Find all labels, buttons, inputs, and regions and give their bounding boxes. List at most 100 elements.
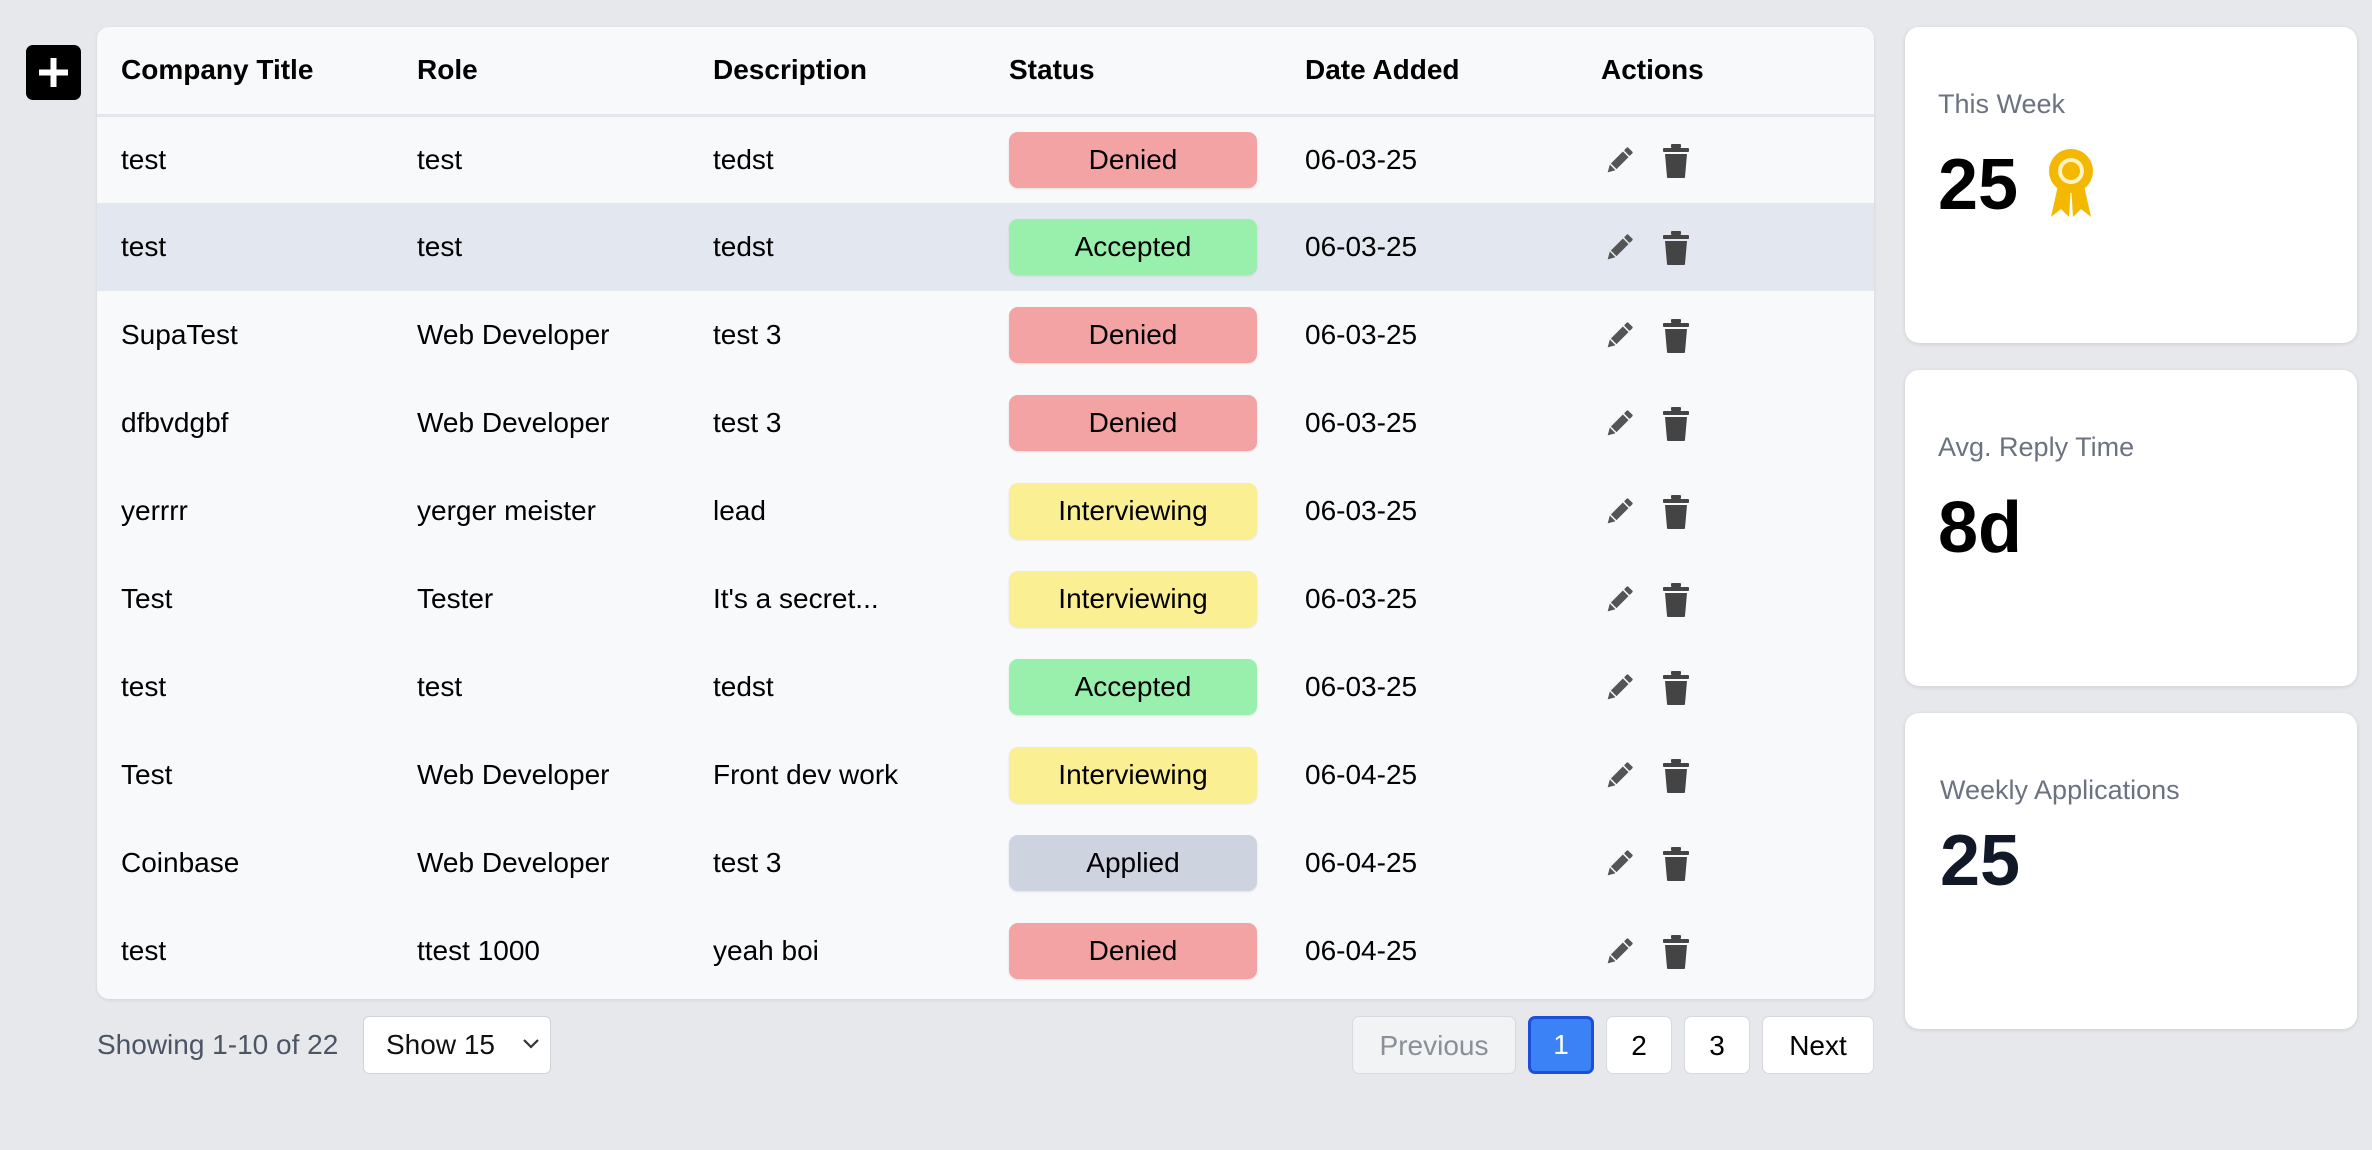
actions-cell bbox=[1577, 203, 1874, 291]
pencil-icon[interactable] bbox=[1601, 934, 1637, 970]
table-row[interactable]: yerrrr yerger meister lead Interviewing 06-0… bbox=[97, 467, 1874, 555]
company-cell: SupaTest bbox=[121, 319, 238, 350]
date-cell: 06-03-25 bbox=[1305, 671, 1418, 702]
role-cell: Tester bbox=[417, 583, 494, 614]
date-cell: 06-04-25 bbox=[1305, 759, 1418, 790]
company-cell: Test bbox=[121, 583, 173, 614]
description-cell: test 3 bbox=[713, 319, 782, 350]
actions-cell bbox=[1577, 731, 1874, 819]
status-cell: Denied bbox=[985, 291, 1281, 379]
actions-cell bbox=[1577, 115, 1874, 203]
role-cell: yerger meister bbox=[417, 495, 596, 526]
trash-icon[interactable] bbox=[1661, 758, 1691, 794]
date-cell: 06-04-25 bbox=[1305, 847, 1418, 878]
status-cell: Denied bbox=[985, 115, 1281, 203]
add-application-button[interactable] bbox=[26, 45, 81, 100]
pencil-icon[interactable] bbox=[1601, 406, 1637, 442]
company-cell: test bbox=[121, 231, 167, 262]
description-cell: yeah boi bbox=[713, 935, 819, 966]
applications-table-card: Company Title Role Description Status Da… bbox=[97, 27, 1874, 999]
page-3-button[interactable]: 3 bbox=[1684, 1016, 1750, 1074]
table-row[interactable]: SupaTest Web Developer test 3 Denied 06-03-2… bbox=[97, 291, 1874, 379]
previous-page-button[interactable]: Previous bbox=[1352, 1016, 1516, 1074]
trash-icon[interactable] bbox=[1661, 670, 1691, 706]
table-row[interactable]: Coinbase Web Developer test 3 Applied 06-04-… bbox=[97, 819, 1874, 907]
column-header-date: Date Added bbox=[1305, 54, 1460, 86]
status-cell: Denied bbox=[985, 379, 1281, 467]
table-row[interactable]: test test tedst Denied 06-03-25 bbox=[97, 115, 1874, 203]
pencil-icon[interactable] bbox=[1601, 846, 1637, 882]
showing-count: Showing 1-10 of 22 bbox=[97, 1029, 339, 1060]
status-badge: Accepted bbox=[1009, 659, 1257, 715]
description-cell: test 3 bbox=[713, 407, 782, 438]
trash-icon[interactable] bbox=[1661, 230, 1691, 266]
stat-value: 8d bbox=[1938, 488, 2023, 568]
page-size-select[interactable]: Show 15 bbox=[363, 1016, 551, 1074]
description-cell: It's a secret... bbox=[713, 583, 879, 614]
date-cell: 06-03-25 bbox=[1305, 143, 1418, 175]
role-cell: test bbox=[417, 231, 463, 262]
pencil-icon[interactable] bbox=[1601, 758, 1637, 794]
plus-icon bbox=[39, 58, 68, 87]
trash-icon[interactable] bbox=[1661, 934, 1691, 970]
status-cell: Denied bbox=[985, 907, 1281, 995]
status-cell: Accepted bbox=[985, 203, 1281, 291]
pencil-icon[interactable] bbox=[1601, 670, 1637, 706]
status-cell: Interviewing bbox=[985, 555, 1281, 643]
table-row[interactable]: dfbvdgbf Web Developer test 3 Denied 06-03-2… bbox=[97, 379, 1874, 467]
trash-icon[interactable] bbox=[1661, 846, 1691, 882]
trash-icon[interactable] bbox=[1661, 406, 1691, 442]
date-cell: 06-04-25 bbox=[1305, 935, 1418, 966]
table-row[interactable]: test ttest 1000 yeah boi Denied 06-04-25 bbox=[97, 907, 1874, 995]
stat-value: 25 bbox=[1940, 821, 2021, 901]
stat-label: Avg. Reply Time bbox=[1938, 432, 2135, 462]
description-cell: tedst bbox=[713, 143, 774, 175]
date-cell: 06-03-25 bbox=[1305, 231, 1418, 262]
table-row[interactable]: test test tedst Accepted 06-03-25 bbox=[97, 203, 1874, 291]
trash-icon[interactable] bbox=[1661, 318, 1691, 354]
status-badge: Interviewing bbox=[1009, 571, 1257, 627]
actions-cell bbox=[1577, 467, 1874, 555]
trash-icon[interactable] bbox=[1661, 143, 1691, 179]
table-footer: Showing 1-10 of 22 Show 15 Previous 1 2 … bbox=[97, 1016, 1874, 1074]
actions-cell bbox=[1577, 819, 1874, 907]
next-page-button[interactable]: Next bbox=[1762, 1016, 1874, 1074]
applications-table: Company Title Role Description Status Da… bbox=[97, 27, 1874, 995]
company-cell: test bbox=[121, 671, 167, 702]
status-badge: Denied bbox=[1009, 395, 1257, 451]
page-1-button[interactable]: 1 bbox=[1528, 1016, 1594, 1074]
date-cell: 06-03-25 bbox=[1305, 407, 1418, 438]
pencil-icon[interactable] bbox=[1601, 318, 1637, 354]
role-cell: Web Developer bbox=[417, 319, 610, 350]
table-row[interactable]: test test tedst Accepted 06-03-25 bbox=[97, 643, 1874, 731]
actions-cell bbox=[1577, 555, 1874, 643]
pencil-icon[interactable] bbox=[1601, 582, 1637, 618]
description-cell: tedst bbox=[713, 671, 774, 702]
description-cell: Front dev work bbox=[713, 759, 899, 790]
company-cell: yerrrr bbox=[121, 495, 188, 526]
table-row[interactable]: Test Web Developer Front dev work Interview… bbox=[97, 731, 1874, 819]
pencil-icon[interactable] bbox=[1601, 143, 1637, 179]
table-row[interactable]: Test Tester It's a secret... Interviewing 06… bbox=[97, 555, 1874, 643]
status-badge: Interviewing bbox=[1009, 483, 1257, 539]
chevron-down-icon bbox=[523, 1039, 539, 1049]
trash-icon[interactable] bbox=[1661, 582, 1691, 618]
actions-cell bbox=[1577, 643, 1874, 731]
description-cell: tedst bbox=[713, 231, 774, 262]
status-badge: Denied bbox=[1009, 923, 1257, 979]
role-cell: ttest 1000 bbox=[417, 935, 540, 966]
trash-icon[interactable] bbox=[1661, 494, 1691, 530]
company-cell: Coinbase bbox=[121, 847, 240, 878]
page-2-button[interactable]: 2 bbox=[1606, 1016, 1672, 1074]
column-header-status: Status bbox=[1009, 54, 1095, 86]
company-cell: dfbvdgbf bbox=[121, 407, 229, 438]
pencil-icon[interactable] bbox=[1601, 230, 1637, 266]
date-cell: 06-03-25 bbox=[1305, 495, 1418, 526]
stat-card-weekly-applications: Weekly Applications 25 bbox=[1905, 713, 2357, 1029]
stat-card-this-week: This Week 25 bbox=[1905, 27, 2357, 343]
description-cell: lead bbox=[713, 495, 766, 526]
column-header-role: Role bbox=[417, 54, 478, 86]
status-badge: Accepted bbox=[1009, 219, 1257, 275]
pencil-icon[interactable] bbox=[1601, 494, 1637, 530]
company-cell: test bbox=[121, 935, 167, 966]
